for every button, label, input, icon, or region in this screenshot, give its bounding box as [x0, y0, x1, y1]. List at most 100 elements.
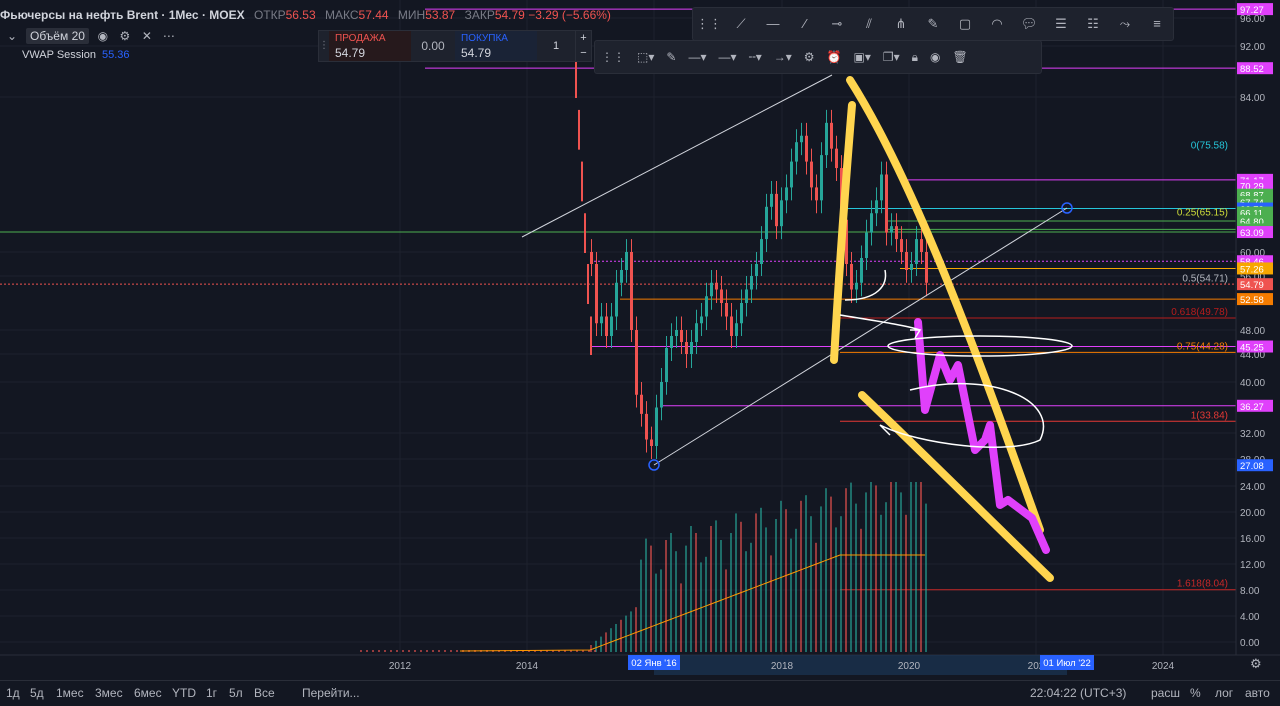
gear-icon[interactable]: ⚙ [1250, 656, 1262, 672]
quantity-plus-button[interactable]: + [575, 31, 591, 46]
volume-bar [875, 485, 877, 652]
horizontal-line-icon[interactable]: ⊸ [821, 9, 853, 39]
eye-icon[interactable]: ◉ [924, 42, 946, 72]
trend-line-icon[interactable]: ⟋ [725, 9, 757, 39]
arc-icon[interactable]: ◠ [981, 9, 1013, 39]
candle [905, 252, 908, 270]
timeframe-1d[interactable]: 1д [6, 686, 20, 700]
log-button[interactable]: лог [1215, 686, 1233, 700]
fib-extension-icon[interactable]: ☷ [1077, 9, 1109, 39]
layers-icon[interactable]: ▣▾ [848, 42, 877, 72]
brush-icon[interactable]: ✎ [917, 9, 949, 39]
path-icon[interactable]: ⤳ [1109, 9, 1141, 39]
volume-bar [450, 650, 452, 652]
volume-bar [835, 527, 837, 652]
volume-bar [444, 650, 446, 652]
volume-bar [825, 488, 827, 652]
price-tick: 20.00 [1240, 508, 1265, 519]
timeframe-5d[interactable]: 5д [30, 686, 44, 700]
timeframe-3m[interactable]: 3мес [95, 686, 123, 700]
trade-panel: ⋮⋮ ПРОДАЖА 54.79 0.00 ПОКУПКА 54.79 1 +− [318, 30, 592, 62]
volume-bar [665, 540, 667, 652]
candle [615, 282, 618, 317]
percent-button[interactable]: % [1190, 686, 1201, 700]
volume-bar [426, 650, 428, 652]
price-tick: 8.00 [1240, 586, 1260, 597]
line-style-icon[interactable]: ╌▾ [743, 42, 768, 72]
volume-bar [615, 624, 617, 652]
price-tick: 12.00 [1240, 560, 1265, 571]
timeframe-ytd[interactable]: YTD [172, 686, 196, 700]
grip-icon[interactable]: ⋮⋮ [319, 31, 339, 61]
candle [825, 122, 828, 156]
volume-bar [645, 538, 647, 652]
clone-icon[interactable]: ❐▾ [877, 42, 906, 72]
volume-bar [660, 569, 662, 652]
close-icon[interactable]: ✕ [139, 28, 155, 44]
parallel-channel-icon[interactable]: ⫽ [853, 9, 885, 39]
gear-icon[interactable]: ⚙ [117, 28, 133, 44]
menu-icon[interactable]: ≡ [1141, 9, 1173, 39]
clock[interactable]: 22:04:22 (UTC+3) [1030, 686, 1126, 700]
price-chart[interactable]: 0(75.58) 0.25(65.15) 0.5(54.71) 0.618(49.78… [0, 0, 1280, 705]
price-label-text: 45.25 [1240, 343, 1264, 354]
candle [575, 58, 577, 98]
drawing-properties-toolbar: ⋮⋮ ⬚▾ ✎ —▾ —▾ ╌▾ →▾ ⚙ ⏰ ▣▾ ❐▾ 🔒︎ ◉ 🗑︎ [594, 40, 1042, 74]
volume-bar [720, 540, 722, 652]
pencil-color-icon[interactable]: ✎ [660, 42, 682, 72]
more-icon[interactable]: ⋯ [161, 28, 177, 44]
volume-label[interactable]: Объём 20 [26, 28, 89, 44]
timeframe-1y[interactable]: 1г [206, 686, 217, 700]
buy-button[interactable]: ПОКУПКА 54.79 [455, 31, 537, 61]
line-end-icon[interactable]: →▾ [768, 42, 798, 72]
goto-date-button[interactable]: Перейти... [302, 686, 360, 700]
timeframe-5y[interactable]: 5л [229, 686, 243, 700]
scale-button[interactable]: расш [1151, 686, 1180, 700]
candle [590, 252, 593, 264]
volume-bar [605, 632, 607, 652]
price-tick: 92.00 [1240, 42, 1265, 53]
sell-button[interactable]: ПРОДАЖА 54.79 [329, 31, 411, 61]
candle [810, 161, 813, 188]
ray-icon[interactable]: ∕ [789, 9, 821, 39]
callout-icon[interactable]: 💬︎ [1013, 9, 1045, 39]
volume-bar [845, 488, 847, 652]
pitchfork-icon[interactable]: ⋔ [885, 9, 917, 39]
candle [595, 264, 598, 324]
volume-bar [870, 482, 872, 652]
sell-label: ПРОДАЖА [335, 33, 386, 44]
chevron-down-icon[interactable]: ⌄ [4, 28, 20, 44]
candle [695, 323, 698, 342]
rectangle-icon[interactable]: ▢ [949, 9, 981, 39]
buy-price: 54.79 [461, 46, 492, 60]
auto-button[interactable]: авто [1245, 686, 1270, 700]
vwap-value: 55.36 [101, 49, 130, 61]
quantity-minus-button[interactable]: − [575, 46, 591, 61]
candle [925, 252, 928, 283]
fib-retracement-icon[interactable]: ☰ [1045, 9, 1077, 39]
volume-bar [675, 551, 677, 652]
volume-bar [680, 583, 682, 652]
grip-icon[interactable]: ⋮⋮ [693, 9, 725, 39]
volume-bar [366, 650, 368, 652]
timeframe-all[interactable]: Все [254, 686, 275, 700]
gear-icon[interactable]: ⚙ [798, 42, 821, 72]
timeframe-1m[interactable]: 1мес [56, 686, 84, 700]
candle [770, 193, 773, 207]
eye-icon[interactable]: ◉ [95, 28, 111, 44]
alert-icon[interactable]: ⏰ [821, 42, 848, 72]
grip-icon[interactable]: ⋮⋮ [595, 42, 631, 72]
horizontal-ray-icon[interactable]: — [757, 9, 789, 39]
lock-icon[interactable]: 🔒︎ [906, 42, 924, 72]
volume-bar [372, 650, 374, 652]
symbol-title[interactable]: Фьючерсы на нефть Brent · 1Мес · MOEX [0, 8, 245, 22]
line-width-icon[interactable]: —▾ [712, 42, 742, 72]
line-color-icon[interactable]: —▾ [682, 42, 712, 72]
candle [620, 270, 623, 283]
template-icon[interactable]: ⬚▾ [631, 42, 660, 72]
quantity-input[interactable]: 1 [537, 31, 575, 61]
volume-bar [905, 514, 907, 652]
timeframe-6m[interactable]: 6мес [134, 686, 162, 700]
trash-icon[interactable]: 🗑︎ [947, 42, 974, 72]
volume-bar [715, 520, 717, 652]
